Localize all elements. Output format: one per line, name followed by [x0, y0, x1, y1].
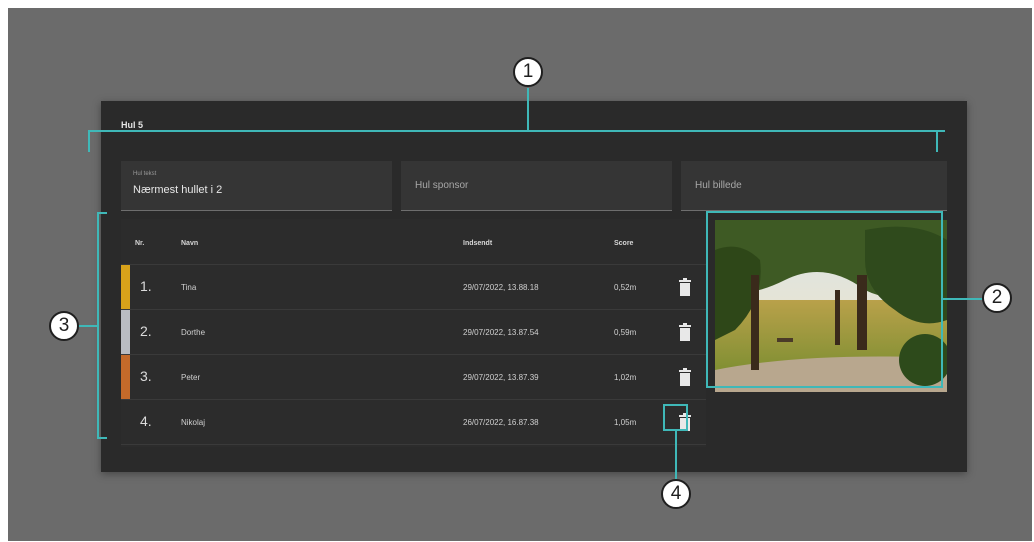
- hole-text-field[interactable]: Hul tekst Nærmest hullet i 2: [121, 161, 392, 211]
- header-submitted: Indsendt: [463, 240, 493, 247]
- score: 0,52m: [614, 283, 637, 292]
- player-name: Peter: [181, 373, 201, 382]
- annotation-marker-4: 4: [661, 479, 691, 509]
- silver-medal-bar: [121, 310, 130, 354]
- submitted-time: 26/07/2022, 16.87.38: [463, 418, 539, 427]
- score: 1,05m: [614, 418, 637, 427]
- annotation-box-4: [663, 404, 688, 431]
- header-nr: Nr.: [135, 240, 145, 247]
- bronze-medal-bar: [121, 355, 130, 399]
- annotation-bracket-3-bottom: [97, 437, 107, 439]
- table-row: 2. Dorthe 29/07/2022, 13.87.54 0,59m: [121, 310, 706, 355]
- rank: 3.: [140, 368, 152, 384]
- player-name: Nikolaj: [181, 418, 206, 427]
- annotation-line-1: [527, 88, 529, 131]
- annotation-line-4: [675, 430, 677, 479]
- hole-text-label: Hul tekst: [133, 171, 157, 177]
- card-title: Hul 5: [121, 120, 144, 130]
- hole-sponsor-field[interactable]: Hul sponsor: [401, 161, 672, 211]
- annotation-marker-2: 2: [982, 283, 1012, 313]
- gold-medal-bar: [121, 265, 130, 309]
- hole-sponsor-placeholder: Hul sponsor: [415, 180, 469, 191]
- header-score: Score: [614, 240, 634, 247]
- hole-image-field[interactable]: Hul billede: [681, 161, 947, 211]
- annotation-box-2: [706, 211, 943, 388]
- delete-icon[interactable]: [679, 323, 691, 341]
- rank: 4.: [140, 413, 152, 429]
- score: 1,02m: [614, 373, 637, 382]
- rank: 2.: [140, 323, 152, 339]
- screenshot-frame: Hul 5 Hul tekst Nærmest hullet i 2 Hul s…: [8, 8, 1032, 541]
- annotation-bracket-1-right: [936, 130, 938, 152]
- table-row: 3. Peter 29/07/2022, 13.87.39 1,02m: [121, 355, 706, 400]
- submitted-time: 29/07/2022, 13.87.54: [463, 328, 539, 337]
- header-name: Navn: [181, 240, 199, 247]
- hole-image-placeholder: Hul billede: [695, 180, 742, 191]
- annotation-marker-3: 3: [49, 311, 79, 341]
- player-name: Tina: [181, 283, 197, 292]
- table-row: 1. Tina 29/07/2022, 13.88.18 0,52m: [121, 265, 706, 310]
- annotation-bracket-3-top: [97, 212, 107, 214]
- player-name: Dorthe: [181, 328, 206, 337]
- table-header: Nr. Navn Indsendt Score: [121, 219, 706, 265]
- table-row: 4. Nikolaj 26/07/2022, 16.87.38 1,05m: [121, 400, 706, 445]
- annotation-bracket-1: [88, 130, 945, 132]
- annotation-line-3: [78, 325, 98, 327]
- rank: 1.: [140, 278, 152, 294]
- submitted-time: 29/07/2022, 13.87.39: [463, 373, 539, 382]
- annotation-bracket-1-left: [88, 130, 90, 152]
- submitted-time: 29/07/2022, 13.88.18: [463, 283, 539, 292]
- score: 0,59m: [614, 328, 637, 337]
- hole-text-value: Nærmest hullet i 2: [133, 184, 223, 196]
- leaderboard-table: Nr. Navn Indsendt Score 1. Tina 29/07/20…: [121, 219, 706, 447]
- delete-icon[interactable]: [679, 278, 691, 296]
- annotation-marker-1: 1: [513, 57, 543, 87]
- annotation-line-2: [942, 298, 982, 300]
- delete-icon[interactable]: [679, 368, 691, 386]
